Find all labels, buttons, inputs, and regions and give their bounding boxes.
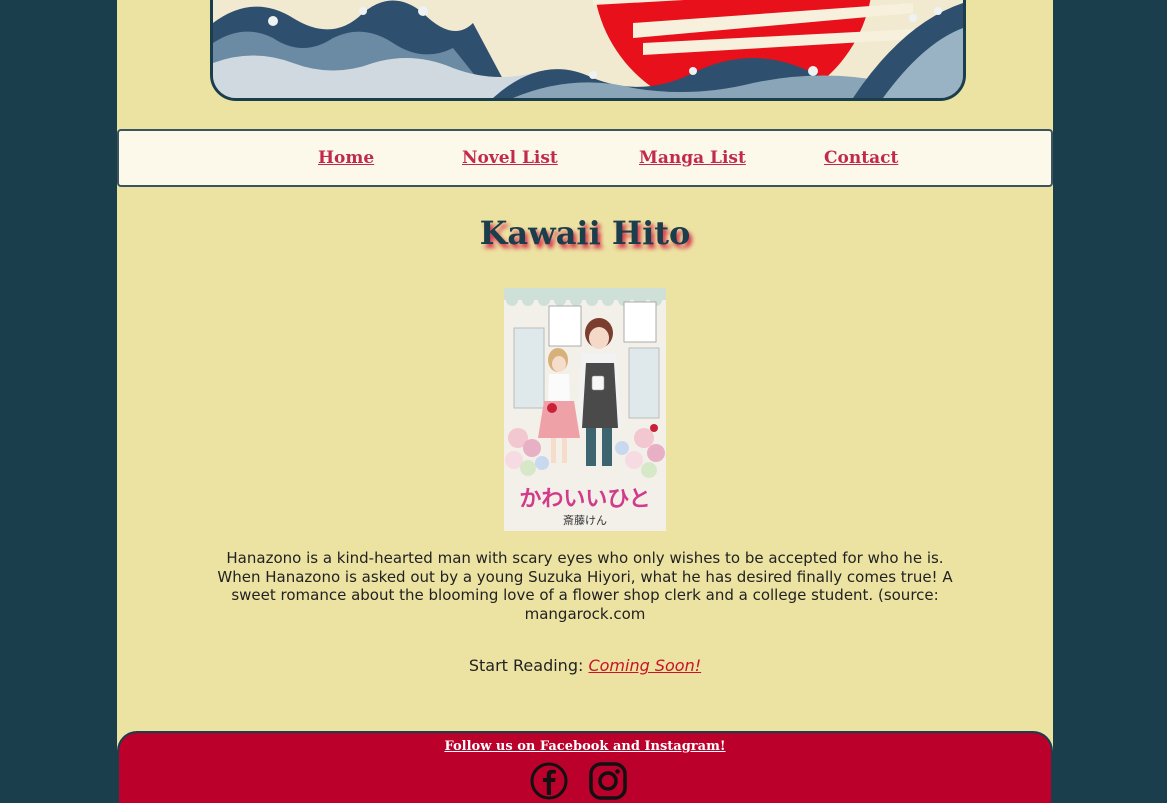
coming-soon-link[interactable]: Coming Soon! (588, 656, 701, 675)
start-reading-label: Start Reading: (468, 656, 584, 675)
facebook-icon[interactable] (529, 761, 569, 801)
nav-link-novel-list[interactable]: Novel List (462, 148, 558, 168)
follow-us-link[interactable]: Follow us on Facebook and Instagram! (119, 739, 1051, 754)
svg-text:斎藤けん: 斎藤けん (563, 513, 607, 527)
main-nav: Home Novel List Manga List Contact (117, 129, 1053, 187)
instagram-icon[interactable] (588, 761, 628, 801)
synopsis-text: Hanazono is a kind-hearted man with scar… (217, 549, 953, 623)
header-banner (210, 0, 966, 101)
nav-link-manga-list[interactable]: Manga List (639, 148, 746, 168)
nav-link-contact[interactable]: Contact (824, 148, 898, 168)
content-column: Home Novel List Manga List Contact Kawai… (117, 0, 1053, 803)
nav-link-home[interactable]: Home (318, 148, 374, 168)
great-wave-banner-image (213, 0, 963, 98)
svg-text:かわいいひと: かわいいひと (519, 487, 650, 512)
page-title: Kawaii Hito (479, 214, 691, 252)
manga-cover-image: かわいいひと 斎藤けん (504, 288, 666, 531)
footer: Follow us on Facebook and Instagram! (117, 731, 1053, 803)
start-reading-row: Start Reading: Coming Soon! (117, 656, 1053, 675)
